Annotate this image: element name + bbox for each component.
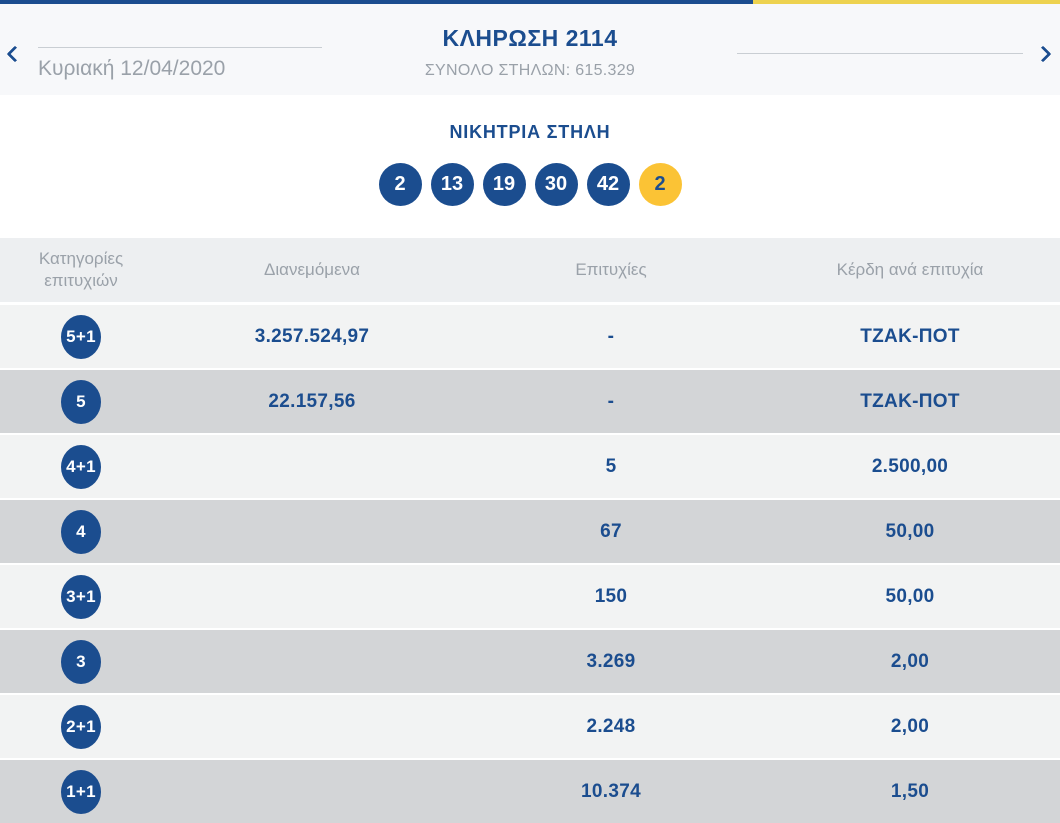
joker-number-ball: 2	[638, 163, 682, 206]
prize-cell: 2.500,00	[871, 455, 949, 477]
previous-draw-button[interactable]	[3, 42, 27, 66]
winners-cell: 150	[594, 585, 628, 607]
winning-number-ball: 30	[534, 163, 578, 206]
date-divider-line	[38, 47, 322, 48]
next-draw-button[interactable]	[1031, 42, 1055, 66]
category-badge: 4	[61, 509, 101, 554]
winners-cell: -	[607, 390, 615, 412]
draw-title: ΚΛΗΡΩΣΗ 2114	[442, 25, 618, 51]
draw-header: Κυριακή 12/04/2020 ΚΛΗΡΩΣΗ 2114 ΣΥΝΟΛΟ Σ…	[0, 4, 1060, 95]
winning-column-section: ΝΙΚΗΤΡΙΑ ΣΤΗΛΗ 2 13 19 30 42 2	[0, 95, 1060, 238]
prize-cell: 2,00	[890, 650, 930, 672]
category-cell: 5+1	[0, 314, 162, 359]
winning-number-ball: 13	[430, 163, 474, 206]
winning-number-ball: 2	[378, 163, 422, 206]
prize-cell: 50,00	[885, 585, 935, 607]
category-badge: 5	[61, 379, 101, 424]
category-cell: 3+1	[0, 574, 162, 619]
table-row: 4 67 50,00	[0, 500, 1060, 565]
draw-title-block: ΚΛΗΡΩΣΗ 2114 ΣΥΝΟΛΟ ΣΤΗΛΩΝ: 615.329	[425, 25, 635, 80]
current-draw-date-block: Κυριακή 12/04/2020	[38, 47, 322, 81]
prize-cell: 50,00	[885, 520, 935, 542]
category-cell: 3	[0, 639, 162, 684]
column-header-winners: Επιτυχίες	[575, 259, 647, 279]
category-cell: 4	[0, 509, 162, 554]
tzoker-draw-results-page: Κυριακή 12/04/2020 ΚΛΗΡΩΣΗ 2114 ΣΥΝΟΛΟ Σ…	[0, 0, 1060, 823]
table-row: 1+1 10.374 1,50	[0, 760, 1060, 823]
chevron-right-icon	[1034, 45, 1052, 63]
winners-cell: 3.269	[586, 650, 636, 672]
table-row: 4+1 5 2.500,00	[0, 435, 1060, 500]
winners-cell: 10.374	[581, 780, 641, 802]
total-columns-label: ΣΥΝΟΛΟ ΣΤΗΛΩΝ: 615.329	[424, 62, 636, 79]
next-divider-line	[737, 53, 1023, 54]
table-row: 2+1 2.248 2,00	[0, 695, 1060, 760]
table-row: 5+1 3.257.524,97 - ΤΖΑΚ-ΠΟΤ	[0, 305, 1060, 370]
table-row: 3 3.269 2,00	[0, 630, 1060, 695]
winning-number-ball: 19	[482, 163, 526, 206]
winners-cell: 67	[600, 520, 622, 542]
distributed-cell: 22.157,56	[268, 390, 356, 412]
prize-cell: 1,50	[890, 780, 930, 802]
draw-date: Κυριακή 12/04/2020	[38, 57, 226, 80]
prize-cell: ΤΖΑΚ-ΠΟΤ	[860, 390, 960, 412]
table-header-row: Κατηγορίες επιτυχιών Διανεμόμενα Επιτυχί…	[0, 238, 1060, 305]
category-badge: 5+1	[61, 314, 101, 359]
column-header-categories: Κατηγορίες επιτυχιών	[38, 248, 124, 290]
table-row: 5 22.157,56 - ΤΖΑΚ-ΠΟΤ	[0, 370, 1060, 435]
column-header-distributed: Διανεμόμενα	[264, 259, 360, 279]
prize-cell: ΤΖΑΚ-ΠΟΤ	[860, 325, 960, 347]
category-badge: 2+1	[61, 704, 101, 749]
column-header-prize: Κέρδη ανά επιτυχία	[836, 259, 984, 279]
category-cell: 4+1	[0, 444, 162, 489]
category-cell: 2+1	[0, 704, 162, 749]
prize-results-table: Κατηγορίες επιτυχιών Διανεμόμενα Επιτυχί…	[0, 238, 1060, 823]
winners-cell: 5	[605, 455, 617, 477]
distributed-cell: 3.257.524,97	[254, 325, 370, 347]
category-cell: 1+1	[0, 769, 162, 814]
next-draw-block	[737, 53, 1023, 54]
chevron-left-icon	[6, 45, 24, 63]
table-row: 3+1 150 50,00	[0, 565, 1060, 630]
winners-cell: -	[607, 325, 615, 347]
winning-numbers: 2 13 19 30 42 2	[0, 163, 1060, 206]
winners-cell: 2.248	[586, 715, 636, 737]
winning-column-title: ΝΙΚΗΤΡΙΑ ΣΤΗΛΗ	[449, 122, 611, 142]
prize-cell: 2,00	[890, 715, 930, 737]
category-cell: 5	[0, 379, 162, 424]
category-badge: 4+1	[61, 444, 101, 489]
category-badge: 3+1	[61, 574, 101, 619]
category-badge: 3	[61, 639, 101, 684]
category-badge: 1+1	[61, 769, 101, 814]
winning-number-ball: 42	[586, 163, 630, 206]
